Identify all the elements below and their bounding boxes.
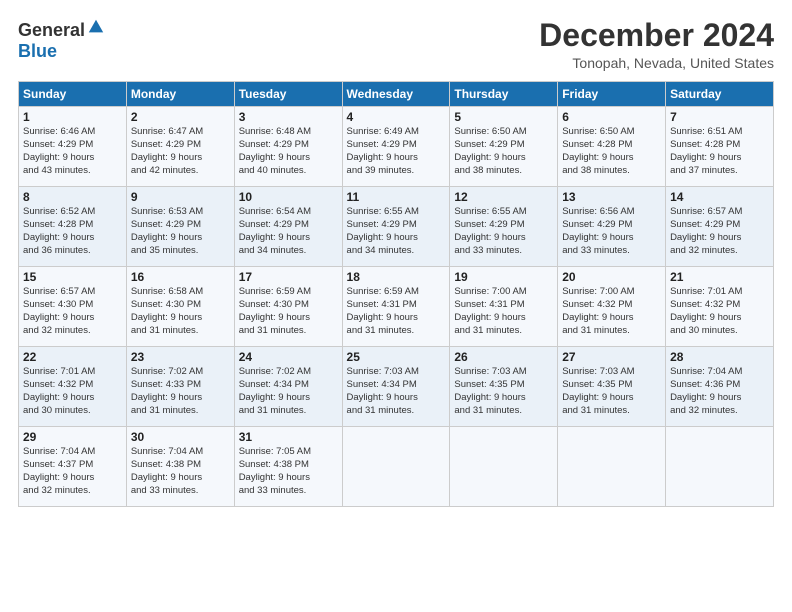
calendar-cell-21: 21Sunrise: 7:01 AMSunset: 4:32 PMDayligh… (666, 267, 774, 347)
calendar-cell-13: 13Sunrise: 6:56 AMSunset: 4:29 PMDayligh… (558, 187, 666, 267)
logo-icon (87, 18, 105, 36)
calendar-cell-1: 1Sunrise: 6:46 AMSunset: 4:29 PMDaylight… (19, 107, 127, 187)
logo-blue-text: Blue (18, 41, 57, 62)
calendar-cell-27: 27Sunrise: 7:03 AMSunset: 4:35 PMDayligh… (558, 347, 666, 427)
calendar-cell-empty (342, 427, 450, 507)
calendar-cell-23: 23Sunrise: 7:02 AMSunset: 4:33 PMDayligh… (126, 347, 234, 427)
calendar-cell-11: 11Sunrise: 6:55 AMSunset: 4:29 PMDayligh… (342, 187, 450, 267)
calendar-cell-28: 28Sunrise: 7:04 AMSunset: 4:36 PMDayligh… (666, 347, 774, 427)
calendar-cell-7: 7Sunrise: 6:51 AMSunset: 4:28 PMDaylight… (666, 107, 774, 187)
day-header-thursday: Thursday (450, 82, 558, 107)
calendar-cell-3: 3Sunrise: 6:48 AMSunset: 4:29 PMDaylight… (234, 107, 342, 187)
calendar-cell-29: 29Sunrise: 7:04 AMSunset: 4:37 PMDayligh… (19, 427, 127, 507)
header: General Blue December 2024 Tonopah, Neva… (18, 18, 774, 71)
calendar-cell-6: 6Sunrise: 6:50 AMSunset: 4:28 PMDaylight… (558, 107, 666, 187)
logo-general-text: General (18, 20, 85, 41)
calendar-cell-22: 22Sunrise: 7:01 AMSunset: 4:32 PMDayligh… (19, 347, 127, 427)
location: Tonopah, Nevada, United States (539, 55, 774, 71)
calendar-cell-25: 25Sunrise: 7:03 AMSunset: 4:34 PMDayligh… (342, 347, 450, 427)
calendar-week-1: 1Sunrise: 6:46 AMSunset: 4:29 PMDaylight… (19, 107, 774, 187)
calendar-header-row: SundayMondayTuesdayWednesdayThursdayFrid… (19, 82, 774, 107)
calendar-cell-30: 30Sunrise: 7:04 AMSunset: 4:38 PMDayligh… (126, 427, 234, 507)
calendar-cell-26: 26Sunrise: 7:03 AMSunset: 4:35 PMDayligh… (450, 347, 558, 427)
calendar-week-5: 29Sunrise: 7:04 AMSunset: 4:37 PMDayligh… (19, 427, 774, 507)
day-header-wednesday: Wednesday (342, 82, 450, 107)
calendar-cell-2: 2Sunrise: 6:47 AMSunset: 4:29 PMDaylight… (126, 107, 234, 187)
day-header-monday: Monday (126, 82, 234, 107)
calendar-cell-10: 10Sunrise: 6:54 AMSunset: 4:29 PMDayligh… (234, 187, 342, 267)
title-section: December 2024 Tonopah, Nevada, United St… (539, 18, 774, 71)
calendar-cell-4: 4Sunrise: 6:49 AMSunset: 4:29 PMDaylight… (342, 107, 450, 187)
calendar-cell-16: 16Sunrise: 6:58 AMSunset: 4:30 PMDayligh… (126, 267, 234, 347)
calendar-table: SundayMondayTuesdayWednesdayThursdayFrid… (18, 81, 774, 507)
calendar-cell-18: 18Sunrise: 6:59 AMSunset: 4:31 PMDayligh… (342, 267, 450, 347)
calendar-cell-31: 31Sunrise: 7:05 AMSunset: 4:38 PMDayligh… (234, 427, 342, 507)
day-header-sunday: Sunday (19, 82, 127, 107)
calendar-week-2: 8Sunrise: 6:52 AMSunset: 4:28 PMDaylight… (19, 187, 774, 267)
month-title: December 2024 (539, 18, 774, 53)
calendar-cell-20: 20Sunrise: 7:00 AMSunset: 4:32 PMDayligh… (558, 267, 666, 347)
calendar-cell-empty (558, 427, 666, 507)
calendar-cell-empty (450, 427, 558, 507)
calendar-cell-24: 24Sunrise: 7:02 AMSunset: 4:34 PMDayligh… (234, 347, 342, 427)
calendar-cell-empty (666, 427, 774, 507)
day-header-saturday: Saturday (666, 82, 774, 107)
calendar-cell-9: 9Sunrise: 6:53 AMSunset: 4:29 PMDaylight… (126, 187, 234, 267)
calendar-cell-17: 17Sunrise: 6:59 AMSunset: 4:30 PMDayligh… (234, 267, 342, 347)
calendar-cell-8: 8Sunrise: 6:52 AMSunset: 4:28 PMDaylight… (19, 187, 127, 267)
logo: General Blue (18, 18, 105, 62)
calendar-week-4: 22Sunrise: 7:01 AMSunset: 4:32 PMDayligh… (19, 347, 774, 427)
calendar-cell-19: 19Sunrise: 7:00 AMSunset: 4:31 PMDayligh… (450, 267, 558, 347)
calendar-cell-12: 12Sunrise: 6:55 AMSunset: 4:29 PMDayligh… (450, 187, 558, 267)
calendar-cell-15: 15Sunrise: 6:57 AMSunset: 4:30 PMDayligh… (19, 267, 127, 347)
calendar-cell-5: 5Sunrise: 6:50 AMSunset: 4:29 PMDaylight… (450, 107, 558, 187)
day-header-tuesday: Tuesday (234, 82, 342, 107)
day-header-friday: Friday (558, 82, 666, 107)
calendar-cell-14: 14Sunrise: 6:57 AMSunset: 4:29 PMDayligh… (666, 187, 774, 267)
calendar-week-3: 15Sunrise: 6:57 AMSunset: 4:30 PMDayligh… (19, 267, 774, 347)
